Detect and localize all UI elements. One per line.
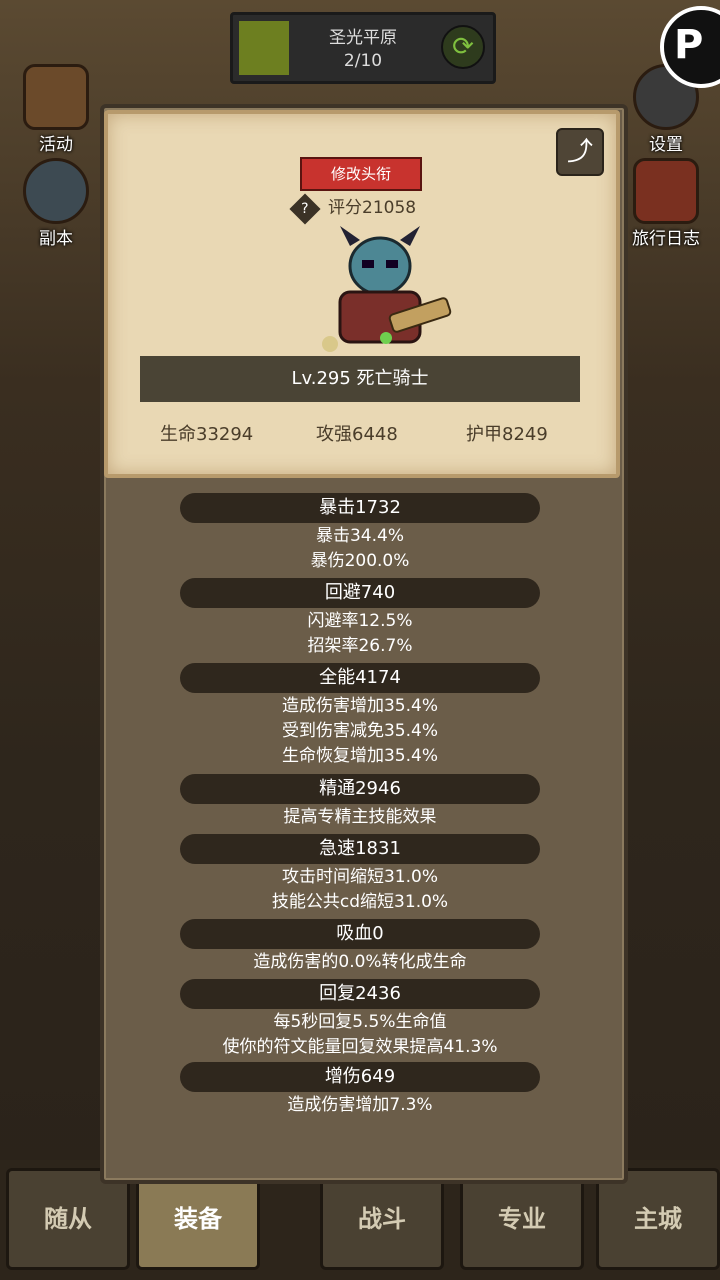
stat-header-damage-bonus: 增伤649	[180, 1062, 540, 1092]
stat-header-crit: 暴击1732	[180, 493, 540, 523]
stat-line: 技能公共cd缩短31.0%	[271, 892, 449, 912]
stat-header-mastery: 精通2946	[180, 774, 540, 804]
stage-progress[interactable]: 圣光平原 2/10 ⟳	[230, 12, 496, 84]
death-knight-avatar	[322, 226, 452, 352]
activity-label: 活动	[39, 135, 73, 155]
share-icon[interactable]: ⤴	[556, 128, 604, 176]
activity-button[interactable]: 活动	[14, 64, 98, 155]
travel-log-button[interactable]: 旅行日志	[618, 158, 714, 249]
stat-line: 招架率26.7%	[307, 636, 413, 656]
dungeon-label: 副本	[39, 229, 73, 249]
journal-icon	[633, 158, 699, 224]
stat-line: 闪避率12.5%	[307, 611, 413, 631]
stat-line: 受到伤害减免35.4%	[281, 721, 438, 741]
stat-header-lifesteal: 吸血0	[180, 919, 540, 949]
refresh-icon[interactable]: ⟳	[441, 25, 485, 69]
stat-line: 提高专精主技能效果	[283, 807, 437, 827]
stat-line: 攻击时间缩短31.0%	[281, 867, 438, 887]
dungeon-button[interactable]: 副本	[14, 158, 98, 249]
armor-stat: 护甲8249	[466, 424, 548, 445]
stat-line: 造成伤害的0.0%转化成生命	[253, 952, 467, 972]
hp-stat: 生命33294	[160, 424, 254, 445]
stat-line: 造成伤害增加35.4%	[281, 696, 438, 716]
stat-line: 暴伤200.0%	[310, 551, 410, 571]
travel-log-label: 旅行日志	[632, 229, 700, 249]
score-label: 评分21058	[328, 198, 417, 218]
portal-icon	[23, 158, 89, 224]
settings-label: 设置	[649, 135, 683, 155]
stat-line: 造成伤害增加7.3%	[287, 1095, 433, 1115]
stat-header-avoidance: 回避740	[180, 578, 540, 608]
stat-line: 暴击34.4%	[315, 526, 404, 546]
stat-header-versatility: 全能4174	[180, 663, 540, 693]
edit-title-button[interactable]: 修改头衔	[300, 157, 422, 191]
stat-line: 使你的符文能量回复效果提高41.3%	[222, 1037, 498, 1057]
stat-header-regen: 回复2436	[180, 979, 540, 1009]
attack-stat: 攻强6448	[316, 424, 398, 445]
stat-line: 每5秒回复5.5%生命值	[273, 1012, 447, 1032]
stat-line: 生命恢复增加35.4%	[281, 746, 438, 766]
book-icon	[23, 64, 89, 130]
score: ? 评分21058	[289, 193, 417, 225]
hero-name: Lv.295 死亡骑士	[140, 356, 580, 402]
help-icon[interactable]: ?	[289, 193, 321, 225]
stat-header-haste: 急速1831	[180, 834, 540, 864]
